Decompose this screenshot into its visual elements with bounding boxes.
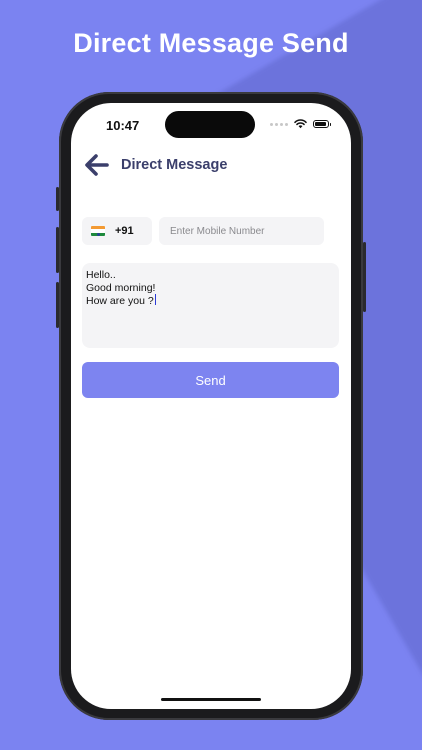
phone-side-button — [56, 227, 59, 273]
battery-icon — [313, 120, 331, 128]
home-indicator[interactable] — [161, 698, 261, 701]
send-button[interactable]: Send — [82, 362, 339, 398]
india-flag-icon — [91, 226, 105, 236]
status-time: 10:47 — [106, 118, 140, 133]
dynamic-island — [165, 111, 255, 138]
phone-frame: 10:47 Direct Message +91 Enter Mobile Nu… — [56, 92, 366, 720]
app-screen: 10:47 Direct Message +91 Enter Mobile Nu… — [71, 103, 351, 709]
text-caret — [154, 294, 156, 305]
message-line-text: How are you ? — [86, 295, 154, 307]
country-code-selector[interactable]: +91 — [82, 217, 152, 245]
promo-title: Direct Message Send — [73, 28, 349, 58]
page-title: Direct Message — [121, 157, 228, 173]
status-icons — [270, 119, 331, 129]
phone-side-button — [56, 282, 59, 328]
phone-side-button — [363, 242, 366, 312]
country-code-label: +91 — [115, 225, 134, 237]
signal-dots-icon — [270, 122, 288, 126]
arrow-left-icon — [85, 154, 109, 176]
back-button[interactable] — [85, 153, 109, 177]
wifi-icon — [294, 119, 307, 129]
message-line: How are you ? — [86, 294, 335, 308]
promo-stage: Direct Message Send 10:47 Direct Message… — [0, 0, 422, 750]
message-line: Hello.. — [86, 269, 116, 281]
nav-bar: Direct Message — [85, 153, 227, 177]
phone-side-button — [56, 187, 59, 211]
message-textarea[interactable]: Hello.. Good morning! How are you ? — [82, 263, 339, 348]
message-line: Good morning! — [86, 281, 156, 294]
mobile-number-input[interactable] — [159, 217, 324, 245]
